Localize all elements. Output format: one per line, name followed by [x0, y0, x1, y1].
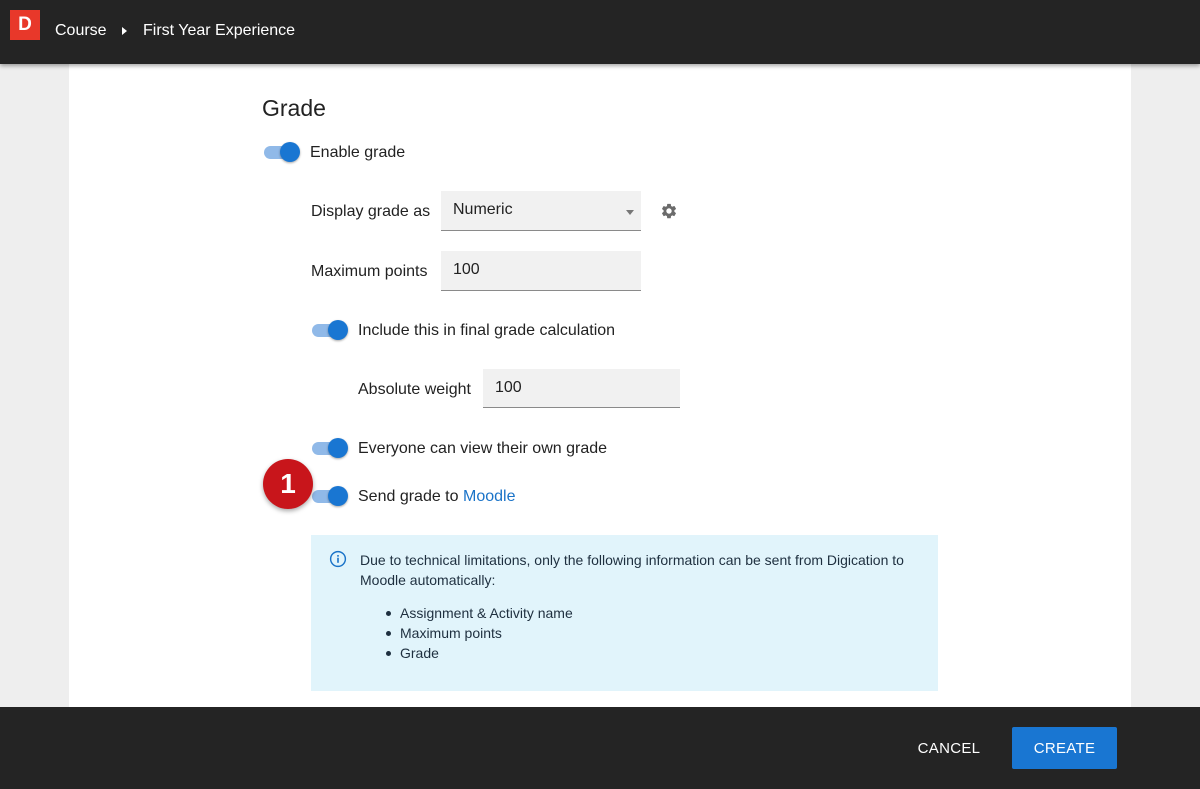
info-notice: Due to technical limitations, only the f… [311, 535, 938, 691]
breadcrumb-course[interactable]: Course [55, 22, 107, 40]
maximum-points-label: Maximum points [311, 263, 428, 280]
cancel-button[interactable]: CANCEL [903, 727, 995, 769]
send-grade-text: Send grade to [358, 488, 459, 505]
digication-logo[interactable]: D [10, 10, 40, 40]
list-item: Maximum points [381, 623, 573, 643]
chevron-right-icon [122, 27, 127, 35]
toggle-knob [328, 438, 348, 458]
include-final-grade-label: Include this in final grade calculation [358, 322, 616, 339]
view-own-grade-label: Everyone can view their own grade [358, 440, 608, 457]
list-item: Grade [381, 643, 573, 663]
breadcrumb-current-page: First Year Experience [143, 22, 296, 39]
create-button[interactable]: CREATE [1012, 727, 1117, 769]
display-grade-label: Display grade as [311, 203, 431, 220]
maximum-points-input[interactable]: 100 [441, 251, 641, 291]
toggle-knob [328, 320, 348, 340]
display-grade-value: Numeric [453, 201, 513, 218]
send-grade-toggle[interactable] [311, 485, 349, 507]
info-text: Due to technical limitations, only the f… [360, 552, 904, 588]
moodle-link[interactable]: Moodle [463, 488, 515, 505]
absolute-weight-input[interactable]: 100 [483, 369, 680, 408]
list-item: Assignment & Activity name [381, 603, 573, 623]
step-callout-badge: 1 [263, 459, 313, 509]
view-own-grade-toggle[interactable] [311, 437, 349, 459]
toggle-knob [328, 486, 348, 506]
send-grade-label: Send grade to Moodle [358, 488, 515, 506]
gear-icon[interactable] [660, 202, 678, 220]
include-final-grade-toggle[interactable] [311, 319, 349, 341]
section-heading: Grade [262, 95, 326, 121]
top-bar: D Course First Year Experience [0, 0, 1200, 64]
dropdown-arrow-icon [626, 210, 634, 215]
display-grade-select[interactable]: Numeric [441, 191, 641, 231]
absolute-weight-label: Absolute weight [358, 381, 471, 398]
info-list: Assignment & Activity name Maximum point… [381, 603, 573, 663]
toggle-knob [280, 142, 300, 162]
enable-grade-label: Enable grade [310, 144, 406, 161]
enable-grade-toggle[interactable] [263, 141, 301, 163]
info-icon [329, 550, 347, 568]
